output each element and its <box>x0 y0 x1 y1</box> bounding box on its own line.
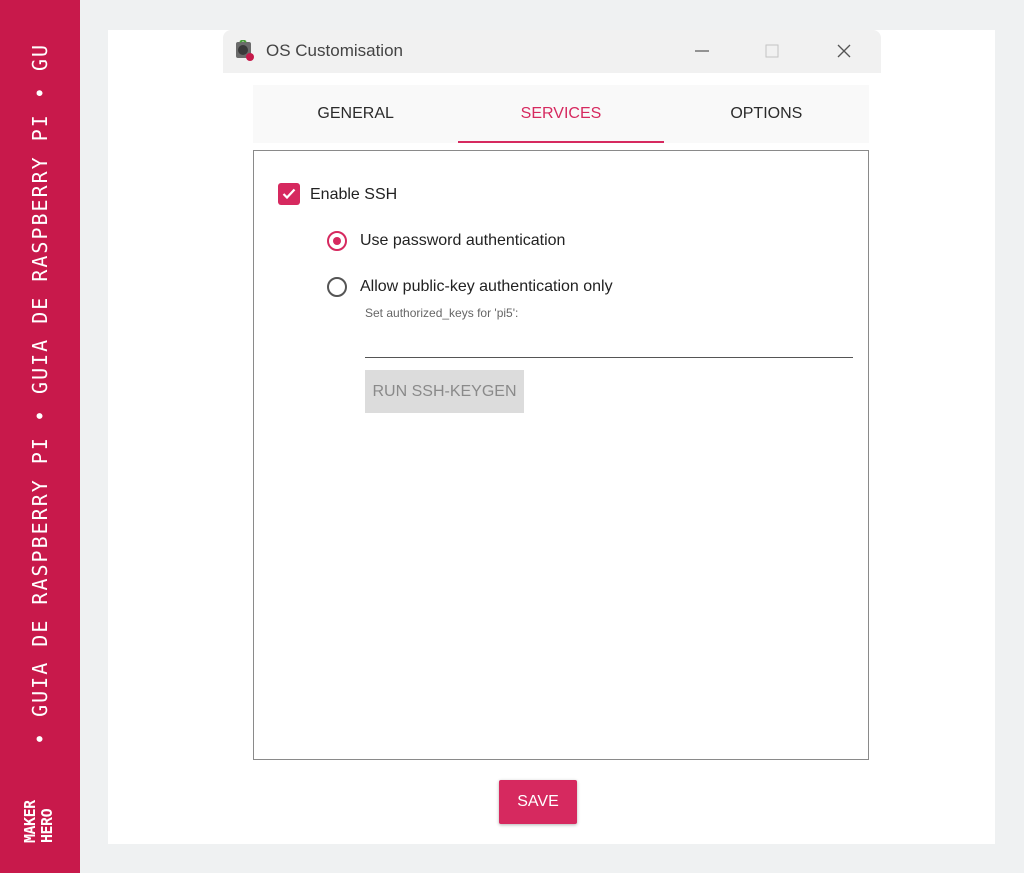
minimize-button[interactable] <box>682 36 722 66</box>
tab-bar: GENERAL SERVICES OPTIONS <box>253 85 869 143</box>
checkmark-icon <box>282 188 296 200</box>
tab-general-label: GENERAL <box>317 105 394 122</box>
authorized-keys-label: Set authorized_keys for 'pi5': <box>365 306 519 320</box>
os-customisation-window: OS Customisation GENERAL SERVICES OPTION… <box>223 30 881 844</box>
services-panel: Enable SSH Use password authentication A… <box>253 150 869 760</box>
close-button[interactable] <box>824 36 864 66</box>
close-icon <box>837 44 851 58</box>
makerhero-logo: MAKER HERO <box>21 753 59 843</box>
banner-text-container: • GUIA DE RASPBERRY PI • GUIA DE RASPBER… <box>25 0 55 873</box>
enable-ssh-label[interactable]: Enable SSH <box>310 186 397 204</box>
tab-services[interactable]: SERVICES <box>458 85 664 143</box>
tab-services-label: SERVICES <box>520 105 602 122</box>
tab-general[interactable]: GENERAL <box>253 85 458 143</box>
password-auth-radio[interactable] <box>327 231 347 251</box>
pubkey-auth-label[interactable]: Allow public-key authentication only <box>360 278 613 296</box>
banner-text: • GUIA DE RASPBERRY PI • GUIA DE RASPBER… <box>28 42 52 745</box>
tab-options[interactable]: OPTIONS <box>664 85 869 143</box>
save-button-label: SAVE <box>517 793 559 810</box>
authorized-keys-input[interactable] <box>365 331 853 358</box>
minimize-icon <box>695 50 709 52</box>
maximize-icon <box>765 44 779 58</box>
side-banner: • GUIA DE RASPBERRY PI • GUIA DE RASPBER… <box>0 0 80 873</box>
raspberry-pi-icon <box>235 38 255 62</box>
title-bar[interactable]: OS Customisation <box>223 30 881 73</box>
maximize-button[interactable] <box>752 36 792 66</box>
logo-line-1: MAKER <box>21 800 39 843</box>
run-ssh-keygen-button[interactable]: RUN SSH-KEYGEN <box>365 370 524 413</box>
tab-options-label: OPTIONS <box>730 105 803 122</box>
save-button[interactable]: SAVE <box>499 780 577 824</box>
window-title: OS Customisation <box>266 41 403 60</box>
enable-ssh-checkbox[interactable] <box>278 183 300 205</box>
run-ssh-keygen-label: RUN SSH-KEYGEN <box>372 382 517 400</box>
logo-line-2: HERO <box>38 808 56 843</box>
password-auth-label[interactable]: Use password authentication <box>360 232 565 250</box>
pubkey-auth-radio[interactable] <box>327 277 347 297</box>
